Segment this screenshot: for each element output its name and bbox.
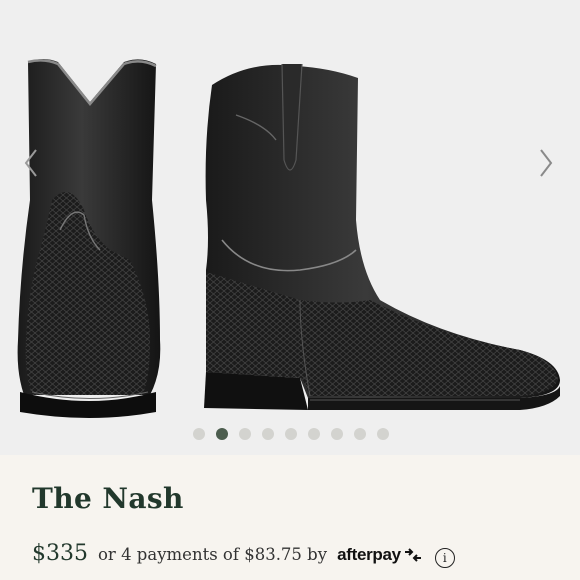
afterpay-wordmark: afterpay — [337, 545, 401, 564]
product-title: The Nash — [32, 482, 184, 515]
gallery-dot[interactable] — [193, 428, 205, 440]
next-image-button[interactable] — [531, 140, 561, 186]
gallery-dot-active[interactable] — [216, 428, 228, 440]
price-row: $335 or 4 payments of $83.75 by afterpay… — [32, 541, 455, 568]
afterpay-logo: afterpay — [337, 545, 423, 565]
gallery-dot[interactable] — [239, 428, 251, 440]
previous-image-button[interactable] — [16, 140, 46, 186]
boot-image — [17, 59, 560, 418]
info-icon[interactable]: i — [434, 548, 455, 568]
gallery-pagination — [0, 428, 580, 442]
afterpay-arrows-icon — [404, 548, 421, 562]
installments-text: or 4 payments of $83.75 by — [98, 545, 328, 564]
gallery-dot[interactable] — [354, 428, 366, 440]
gallery-dot[interactable] — [285, 428, 297, 440]
chevron-right-icon — [540, 149, 553, 177]
gallery-dot[interactable] — [331, 428, 343, 440]
gallery-dot[interactable] — [308, 428, 320, 440]
gallery-dot[interactable] — [262, 428, 274, 440]
product-price: $335 — [32, 541, 88, 566]
gallery-dot[interactable] — [377, 428, 389, 440]
chevron-left-icon — [24, 149, 37, 177]
product-image-gallery[interactable] — [0, 0, 580, 455]
product-info: The Nash $335 or 4 payments of $83.75 by… — [0, 455, 580, 580]
